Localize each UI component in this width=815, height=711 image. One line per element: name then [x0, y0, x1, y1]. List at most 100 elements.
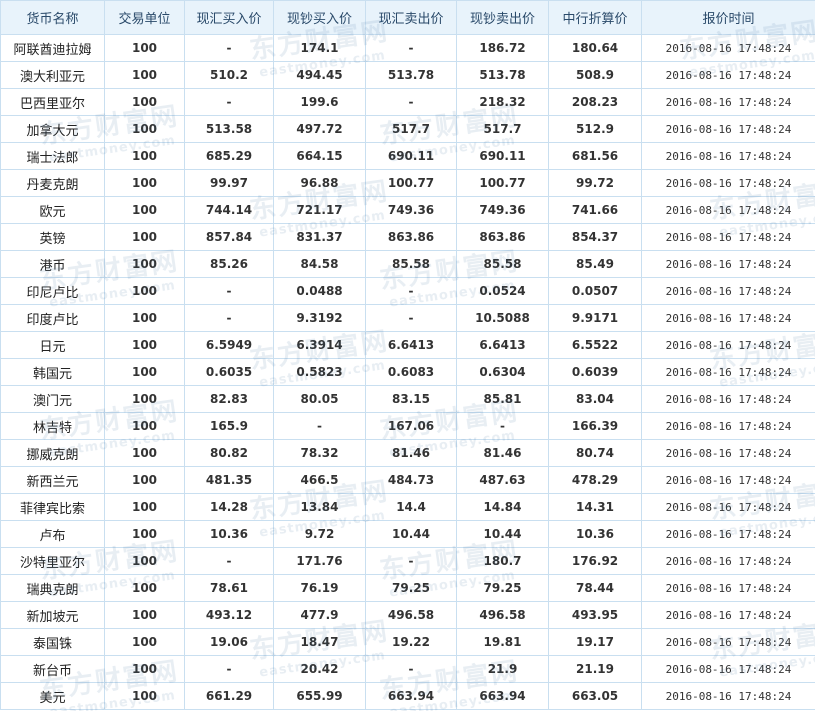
- spot-buy-price-cell: 0.6035: [184, 358, 274, 386]
- quote-time-cell: 2016-08-16 17:48:24: [641, 223, 815, 251]
- spot-sell-price-cell: 19.22: [365, 628, 457, 656]
- cash-buy-price-cell: 721.17: [273, 196, 366, 224]
- trade-unit-cell: 100: [104, 412, 185, 440]
- spot-buy-price-cell: -: [184, 277, 274, 305]
- exchange-rate-table: 货币名称 交易单位 现汇买入价 现钞买入价 现汇卖出价 现钞卖出价 中行折算价 报价时间 阿联…: [0, 0, 815, 710]
- currency-name-cell: 印尼卢比: [0, 277, 105, 305]
- quote-time-cell: 2016-08-16 17:48:24: [641, 196, 815, 224]
- spot-sell-price-cell: 14.4: [365, 493, 457, 521]
- cash-sell-price-cell: 79.25: [456, 574, 549, 602]
- trade-unit-cell: 100: [104, 358, 185, 386]
- cash-sell-price-cell: 218.32: [456, 88, 549, 116]
- quote-time-cell: 2016-08-16 17:48:24: [641, 169, 815, 197]
- quote-time-cell: 2016-08-16 17:48:24: [641, 412, 815, 440]
- currency-name-cell: 沙特里亚尔: [0, 547, 105, 575]
- cash-sell-price-cell: 663.94: [456, 682, 549, 710]
- cash-sell-price-cell: 85.81: [456, 385, 549, 413]
- currency-name-cell: 美元: [0, 682, 105, 710]
- currency-name-cell: 丹麦克朗: [0, 169, 105, 197]
- table-row: 新加坡元 100 493.12 477.9 496.58 496.58 493.95 2016…: [0, 601, 815, 629]
- trade-unit-cell: 100: [104, 682, 185, 710]
- header-col-quote-time: 报价时间: [641, 0, 815, 35]
- trade-unit-cell: 100: [104, 196, 185, 224]
- spot-sell-price-cell: 100.77: [365, 169, 457, 197]
- quote-time-cell: 2016-08-16 17:48:24: [641, 601, 815, 629]
- quote-time-cell: 2016-08-16 17:48:24: [641, 520, 815, 548]
- trade-unit-cell: 100: [104, 115, 185, 143]
- trade-unit-cell: 100: [104, 439, 185, 467]
- spot-buy-price-cell: 857.84: [184, 223, 274, 251]
- boc-middle-rate-cell: 14.31: [548, 493, 642, 521]
- trade-unit-cell: 100: [104, 34, 185, 62]
- table-row: 港币 100 85.26 84.58 85.58 85.58 85.49 2016-08-16…: [0, 250, 815, 278]
- cash-buy-price-cell: 9.72: [273, 520, 366, 548]
- cash-buy-price-cell: 171.76: [273, 547, 366, 575]
- boc-middle-rate-cell: 0.6039: [548, 358, 642, 386]
- cash-sell-price-cell: 100.77: [456, 169, 549, 197]
- spot-buy-price-cell: 510.2: [184, 61, 274, 89]
- table-row: 澳大利亚元 100 510.2 494.45 513.78 513.78 508.9 2016…: [0, 61, 815, 89]
- spot-sell-price-cell: 83.15: [365, 385, 457, 413]
- trade-unit-cell: 100: [104, 574, 185, 602]
- spot-sell-price-cell: 863.86: [365, 223, 457, 251]
- boc-middle-rate-cell: 176.92: [548, 547, 642, 575]
- quote-time-cell: 2016-08-16 17:48:24: [641, 466, 815, 494]
- cash-buy-price-cell: 13.84: [273, 493, 366, 521]
- header-col-spot-buy: 现汇买入价: [184, 0, 274, 35]
- currency-name-cell: 菲律宾比索: [0, 493, 105, 521]
- table-row: 欧元 100 744.14 721.17 749.36 749.36 741.66 2016-…: [0, 196, 815, 224]
- trade-unit-cell: 100: [104, 61, 185, 89]
- currency-name-cell: 加拿大元: [0, 115, 105, 143]
- trade-unit-cell: 100: [104, 493, 185, 521]
- quote-time-cell: 2016-08-16 17:48:24: [641, 304, 815, 332]
- currency-name-cell: 阿联酋迪拉姆: [0, 34, 105, 62]
- boc-middle-rate-cell: 493.95: [548, 601, 642, 629]
- currency-name-cell: 挪威克朗: [0, 439, 105, 467]
- spot-buy-price-cell: -: [184, 304, 274, 332]
- cash-buy-price-cell: 174.1: [273, 34, 366, 62]
- cash-buy-price-cell: 6.3914: [273, 331, 366, 359]
- boc-middle-rate-cell: 512.9: [548, 115, 642, 143]
- spot-buy-price-cell: -: [184, 34, 274, 62]
- boc-middle-rate-cell: 99.72: [548, 169, 642, 197]
- trade-unit-cell: 100: [104, 628, 185, 656]
- spot-buy-price-cell: 85.26: [184, 250, 274, 278]
- quote-time-cell: 2016-08-16 17:48:24: [641, 331, 815, 359]
- currency-name-cell: 瑞士法郎: [0, 142, 105, 170]
- cash-buy-price-cell: 76.19: [273, 574, 366, 602]
- quote-time-cell: 2016-08-16 17:48:24: [641, 277, 815, 305]
- currency-name-cell: 新加坡元: [0, 601, 105, 629]
- header-col-spot-sell: 现汇卖出价: [365, 0, 457, 35]
- cash-sell-price-cell: 513.78: [456, 61, 549, 89]
- spot-buy-price-cell: 165.9: [184, 412, 274, 440]
- cash-buy-price-cell: -: [273, 412, 366, 440]
- cash-buy-price-cell: 199.6: [273, 88, 366, 116]
- boc-middle-rate-cell: 478.29: [548, 466, 642, 494]
- spot-sell-price-cell: 513.78: [365, 61, 457, 89]
- cash-buy-price-cell: 494.45: [273, 61, 366, 89]
- boc-middle-rate-cell: 741.66: [548, 196, 642, 224]
- spot-buy-price-cell: 6.5949: [184, 331, 274, 359]
- quote-time-cell: 2016-08-16 17:48:24: [641, 682, 815, 710]
- spot-sell-price-cell: 749.36: [365, 196, 457, 224]
- spot-sell-price-cell: -: [365, 277, 457, 305]
- cash-buy-price-cell: 78.32: [273, 439, 366, 467]
- spot-buy-price-cell: -: [184, 88, 274, 116]
- spot-sell-price-cell: -: [365, 304, 457, 332]
- boc-middle-rate-cell: 180.64: [548, 34, 642, 62]
- spot-buy-price-cell: 493.12: [184, 601, 274, 629]
- cash-sell-price-cell: 14.84: [456, 493, 549, 521]
- currency-name-cell: 泰国铢: [0, 628, 105, 656]
- cash-sell-price-cell: 6.6413: [456, 331, 549, 359]
- quote-time-cell: 2016-08-16 17:48:24: [641, 439, 815, 467]
- trade-unit-cell: 100: [104, 169, 185, 197]
- spot-sell-price-cell: 6.6413: [365, 331, 457, 359]
- cash-sell-price-cell: 186.72: [456, 34, 549, 62]
- spot-sell-price-cell: 85.58: [365, 250, 457, 278]
- cash-sell-price-cell: 0.0524: [456, 277, 549, 305]
- currency-name-cell: 港币: [0, 250, 105, 278]
- boc-middle-rate-cell: 19.17: [548, 628, 642, 656]
- boc-middle-rate-cell: 681.56: [548, 142, 642, 170]
- quote-time-cell: 2016-08-16 17:48:24: [641, 493, 815, 521]
- cash-sell-price-cell: 863.86: [456, 223, 549, 251]
